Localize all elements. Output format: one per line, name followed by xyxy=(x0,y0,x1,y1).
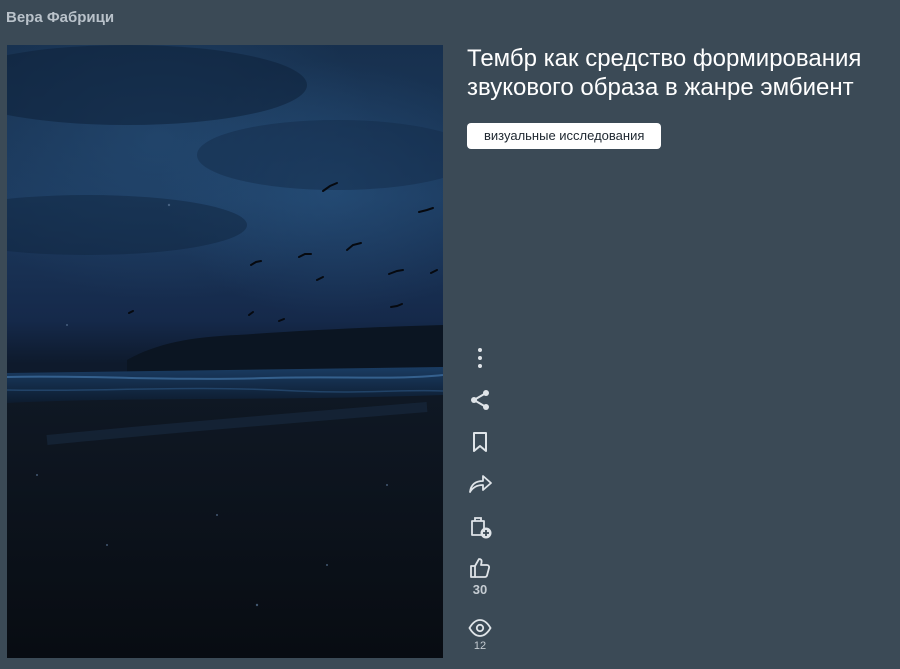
repost-button[interactable] xyxy=(462,472,498,496)
project-title: Тембр как средство формирования звуковог… xyxy=(467,45,862,101)
like-count: 30 xyxy=(472,582,488,597)
like-button[interactable]: 30 xyxy=(462,556,498,597)
author-name[interactable]: Вера Фабрици xyxy=(6,9,114,26)
add-to-collection-button[interactable] xyxy=(462,514,498,540)
views-count: 12 xyxy=(473,640,487,652)
more-vertical-icon xyxy=(478,348,482,368)
eye-icon xyxy=(468,619,492,637)
bookmark-icon xyxy=(473,432,487,452)
forward-arrow-icon xyxy=(469,475,492,493)
night-seascape-image xyxy=(7,45,443,658)
tag-visual-research[interactable]: визуальные исследования xyxy=(467,123,662,149)
share-button[interactable] xyxy=(462,388,498,412)
views-indicator: 12 xyxy=(462,618,498,652)
project-cover-image[interactable] xyxy=(7,45,443,658)
more-options-button[interactable] xyxy=(462,346,498,370)
add-to-collection-icon xyxy=(471,517,492,539)
bookmark-button[interactable] xyxy=(462,430,498,454)
share-icon xyxy=(471,390,489,410)
thumbs-up-icon xyxy=(470,558,491,578)
